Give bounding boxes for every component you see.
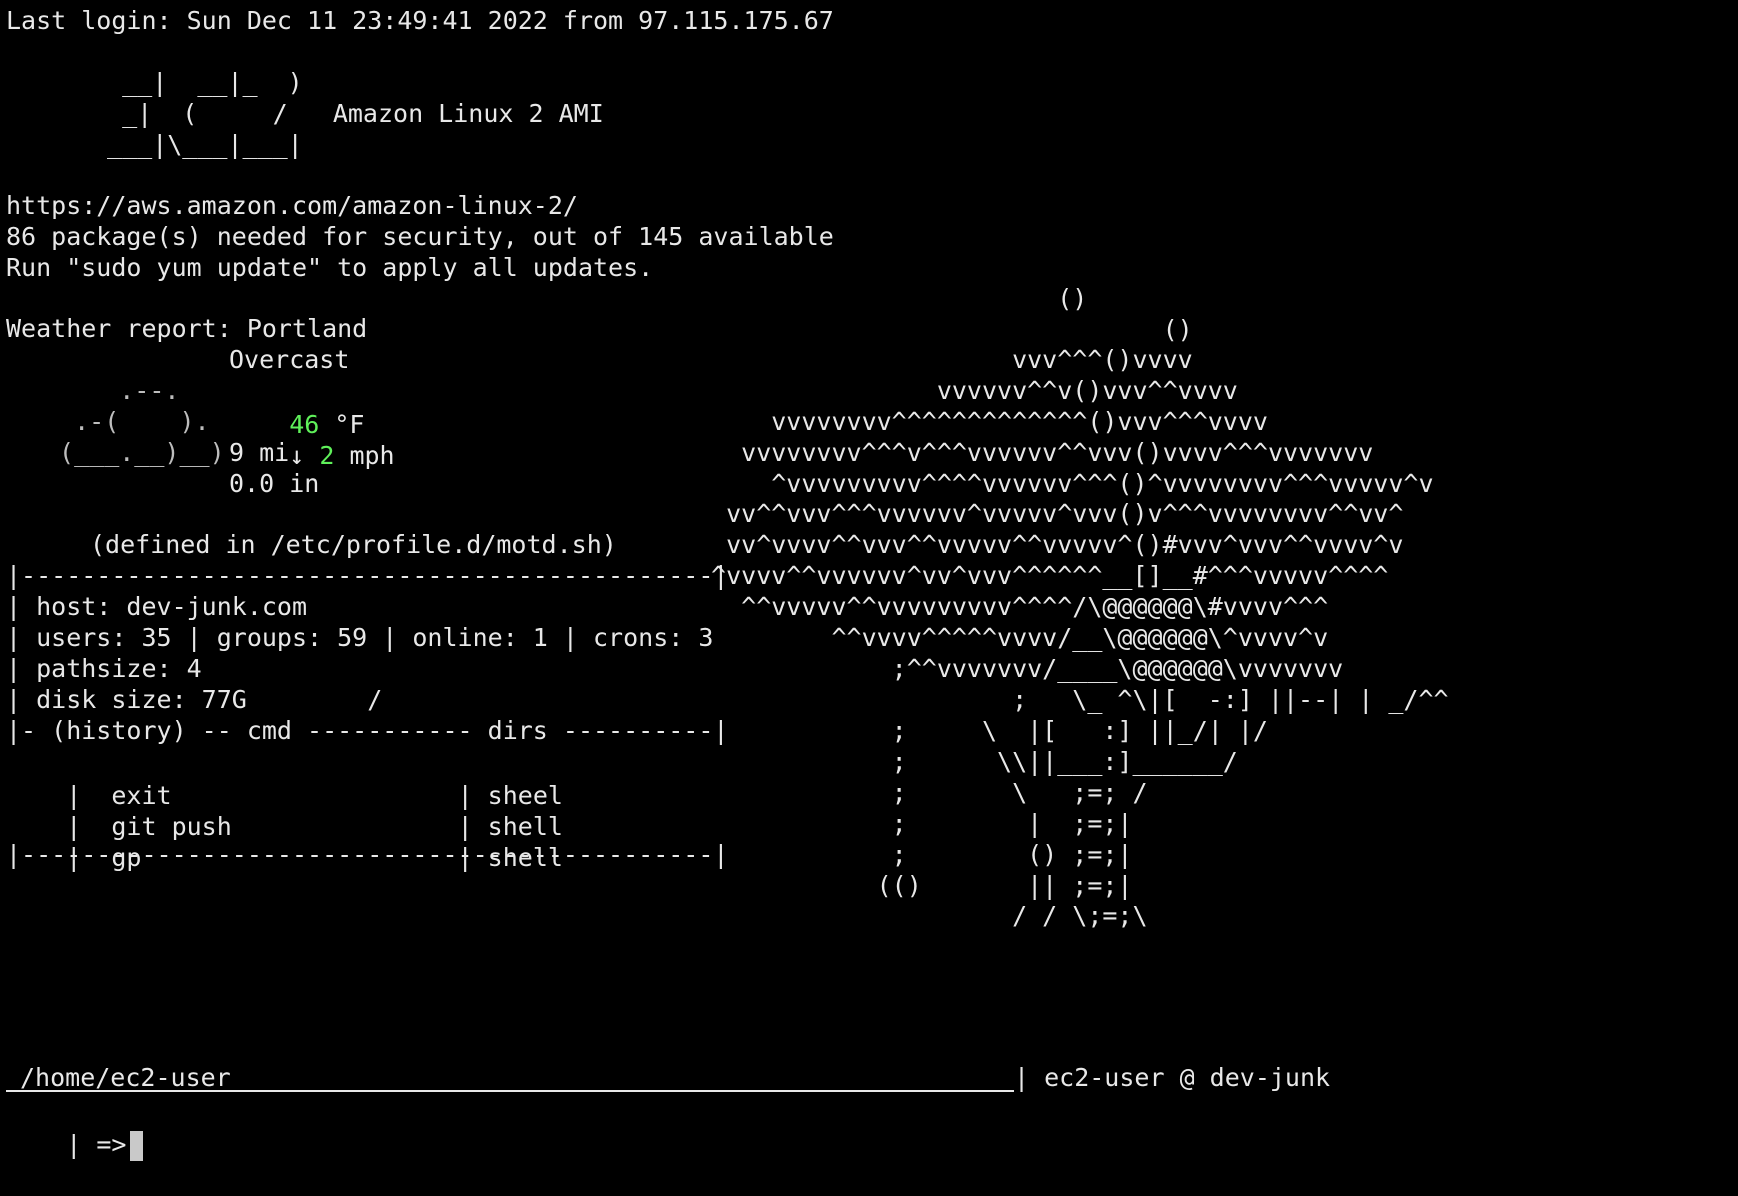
motd-defined-in-line: (defined in /etc/profile.d/motd.sh) xyxy=(90,530,617,559)
ascii-art-line: ; \ ;=; / xyxy=(696,778,1148,807)
ascii-art-line: (() || ;=;| xyxy=(696,871,1133,900)
prompt-underline xyxy=(6,1090,1014,1092)
visibility-readout: 9 mi xyxy=(229,438,290,467)
ascii-art-line: vvvvvvvv^^^^^^^^^^^^^()vvv^^^vvvv xyxy=(696,407,1268,436)
command-input-line[interactable]: | => xyxy=(6,1094,144,1161)
infobox-stats: | users: 35 | groups: 59 | online: 1 | c… xyxy=(6,623,714,652)
infobox-bottom-border: |---------------------------------------… xyxy=(6,840,729,869)
infobox-pathsize: | pathsize: 4 xyxy=(6,654,202,683)
aws-banner-line-1: __| __|_ ) xyxy=(92,68,303,97)
weather-report-label: Weather report: Portland xyxy=(6,314,368,343)
update-hint-line: Run "sudo yum update" to apply all updat… xyxy=(6,253,654,282)
text-cursor[interactable] xyxy=(130,1131,144,1161)
ascii-art-line: vvvvvv^^v()vvv^^vvvv xyxy=(696,376,1238,405)
ascii-art-line: ; () ;=;| xyxy=(696,840,1133,869)
ascii-art-line: ; | ;=;| xyxy=(696,809,1133,838)
prompt-user-host: | ec2-user @ dev-junk xyxy=(1014,1063,1331,1092)
history-header: |- (history) -- cmd ----------- dirs ---… xyxy=(6,716,729,745)
ascii-art-line: ^vvvv^^vvvvvv^vv^vvv^^^^^^__[]__#^^^vvvv… xyxy=(696,561,1389,590)
ascii-art-line: ; \ |[ :] ||_/| |/ xyxy=(696,716,1268,745)
ascii-art-line: vvvvvvvv^^^v^^^vvvvvv^^vvv()vvvv^^^vvvvv… xyxy=(696,438,1374,467)
ascii-art-line: ; \\||___:]______/ xyxy=(696,747,1238,776)
infobox-host: | host: dev-junk.com xyxy=(6,592,308,621)
history-row: | exit | sheel xyxy=(6,745,563,810)
ascii-art-line: ^^vvvv^^^^^vvvv/__\@@@@@@\^vvvv^v xyxy=(696,623,1329,652)
prompt-symbol: | => xyxy=(66,1130,127,1159)
infobox-disk-size: | disk size: 77G / xyxy=(6,685,383,714)
ascii-art-line: ; \_ ^\|[ -:] ||--| | _/^^ xyxy=(696,685,1449,714)
infobox-top-border: |---------------------------------------… xyxy=(6,561,729,590)
precipitation-readout: 0.0 in xyxy=(229,469,320,498)
cloud-icon-line-2: .-( ). xyxy=(44,407,240,436)
cloud-icon-line-3: (___.__)__) xyxy=(44,438,240,467)
history-row: | gp | shell xyxy=(6,807,563,872)
wind-unit: mph xyxy=(334,441,395,470)
wind-value: 2 xyxy=(319,441,335,470)
aws-banner-line-3: ___|\___|___| xyxy=(92,130,303,159)
wind-readout: ↓ 2 mph xyxy=(229,405,394,470)
ascii-art-line: vvv^^^()vvvv xyxy=(696,345,1193,374)
ascii-art-line: () xyxy=(696,315,1193,344)
terminal-window[interactable]: Last login: Sun Dec 11 23:49:41 2022 fro… xyxy=(6,0,1732,1161)
last-login-line: Last login: Sun Dec 11 23:49:41 2022 fro… xyxy=(6,6,834,35)
temperature-readout: 46 °F xyxy=(229,374,364,439)
ascii-art-line: ^^vvvvv^^vvvvvvvvv^^^^/\@@@@@@\#vvvv^^^ xyxy=(696,592,1329,621)
weather-condition: Overcast xyxy=(229,345,350,374)
history-row: | git push | shell xyxy=(6,776,563,841)
ascii-art-line: ^vvvvvvvvv^^^^vvvvvv^^^()^vvvvvvvv^^^vvv… xyxy=(696,469,1434,498)
ascii-art-line: / / \;=;\ xyxy=(696,901,1148,930)
ascii-art-line: vv^vvvv^^vvv^^vvvvv^^vvvvv^()#vvv^vvv^^v… xyxy=(696,530,1404,559)
ascii-art-line: () xyxy=(696,284,1088,313)
amazon-linux-url: https://aws.amazon.com/amazon-linux-2/ xyxy=(6,191,578,220)
security-packages-line: 86 package(s) needed for security, out o… xyxy=(6,222,834,251)
ascii-art-line: vv^^vvv^^^vvvvvv^vvvvv^vvv()v^^^vvvvvvvv… xyxy=(696,499,1404,528)
cloud-icon-line-1: .--. xyxy=(44,376,240,405)
wind-arrow-icon: ↓ xyxy=(289,441,320,470)
ascii-art-line: ;^^vvvvvvv/____\@@@@@@\vvvvvvv xyxy=(696,654,1344,683)
aws-banner-line-2: _| ( / Amazon Linux 2 AMI xyxy=(92,99,604,128)
